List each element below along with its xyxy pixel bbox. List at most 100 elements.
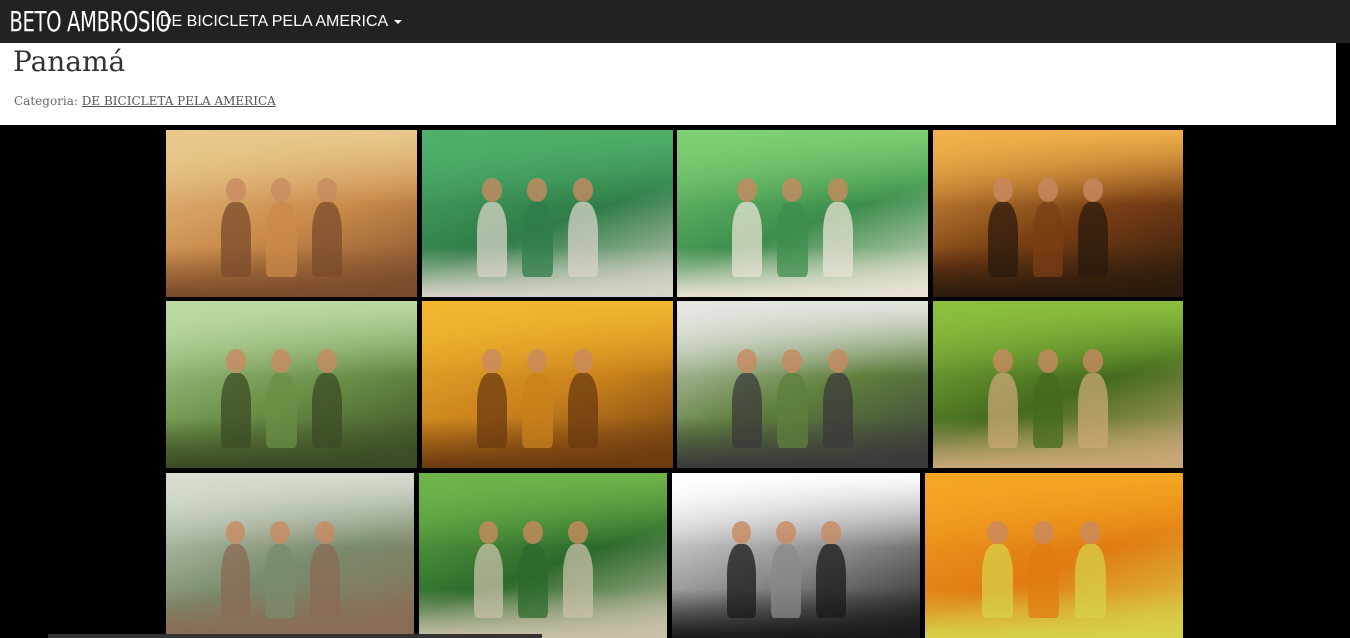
photo-background [422, 130, 673, 206]
photo-person-figure [477, 372, 508, 448]
photo-gallery [166, 130, 1183, 638]
photo-person-figure [477, 201, 508, 277]
photo-person-figure [518, 543, 548, 619]
photo-person-head [225, 520, 246, 544]
photo-person-figure [311, 372, 342, 448]
photo-person-head [986, 520, 1008, 544]
gallery-photo[interactable] [419, 473, 667, 638]
photo-person-figure [732, 201, 763, 277]
photo-person-head [993, 349, 1013, 373]
photo-person-head [1083, 349, 1103, 373]
photo-background [422, 301, 673, 377]
gallery-photo[interactable] [166, 301, 417, 468]
gallery-photo[interactable] [933, 130, 1183, 297]
photo-person-head [572, 178, 593, 202]
gallery-photo[interactable] [166, 130, 417, 297]
photo-background [166, 301, 417, 377]
photo-background [677, 301, 928, 377]
photo-person-head [993, 178, 1013, 202]
horizontal-scrollbar[interactable] [48, 634, 542, 638]
site-brand[interactable]: BETO AMBROSIO [0, 5, 171, 38]
photo-person-figure [309, 543, 340, 619]
photo-person-figure [473, 543, 504, 619]
category-menu-dropdown[interactable]: DE BICICLETA PELA AMERICA [160, 12, 403, 31]
photo-person-head [314, 520, 335, 544]
gallery-photo[interactable] [166, 473, 414, 638]
photo-person-figure [567, 201, 598, 277]
photo-person-head [316, 178, 337, 202]
photo-person-figure [1028, 543, 1060, 619]
photo-person-figure [1033, 201, 1063, 277]
caret-down-icon [394, 19, 403, 24]
photo-person-figure [1078, 372, 1108, 448]
photo-person-figure [1074, 543, 1106, 619]
photo-person-figure [988, 201, 1018, 277]
photo-person-head [776, 520, 796, 544]
photo-person-head [1083, 178, 1103, 202]
photo-person-figure [221, 201, 252, 277]
photo-person-head [316, 349, 337, 373]
photo-person-head [572, 349, 593, 373]
photo-person-head [1038, 349, 1058, 373]
photo-person-figure [522, 201, 553, 277]
gallery-photo[interactable] [677, 130, 928, 297]
gallery-photo[interactable] [677, 301, 928, 468]
photo-person-figure [726, 543, 757, 619]
gallery-photo[interactable] [422, 301, 673, 468]
photo-person-head [731, 520, 752, 544]
photo-person-figure [815, 543, 846, 619]
photo-person-head [482, 349, 503, 373]
gallery-photo[interactable] [422, 130, 673, 297]
photo-person-head [523, 520, 543, 544]
photo-person-figure [522, 372, 553, 448]
photo-person-head [226, 178, 247, 202]
photo-person-figure [266, 201, 297, 277]
top-navbar: BETO AMBROSIO DE BICICLETA PELA AMERICA [0, 0, 1350, 43]
photo-person-figure [1033, 372, 1063, 448]
photo-person-figure [221, 372, 252, 448]
photo-person-head [482, 178, 503, 202]
page-title: Panamá [13, 45, 126, 78]
photo-background [166, 473, 414, 548]
photo-person-figure [777, 201, 808, 277]
photo-person-head [820, 520, 841, 544]
photo-person-head [567, 520, 588, 544]
photo-person-figure [562, 543, 593, 619]
photo-person-head [1033, 520, 1054, 544]
gallery-photo[interactable] [672, 473, 920, 638]
scroll-edge [1336, 43, 1350, 638]
photo-person-figure [771, 543, 801, 619]
category-label: Categoria: [14, 94, 78, 108]
photo-person-figure [567, 372, 598, 448]
photo-background [933, 301, 1183, 377]
photo-person-head [737, 349, 758, 373]
photo-person-head [827, 349, 848, 373]
photo-background [925, 473, 1183, 548]
photo-person-figure [220, 543, 251, 619]
photo-person-head [226, 349, 247, 373]
photo-background [933, 130, 1183, 206]
photo-background [166, 130, 417, 206]
category-line: Categoria: DE BICICLETA PELA AMERICA [14, 94, 276, 108]
photo-person-figure [822, 372, 853, 448]
photo-person-figure [311, 201, 342, 277]
photo-person-head [1038, 178, 1058, 202]
category-menu-label: DE BICICLETA PELA AMERICA [160, 12, 389, 30]
photo-background [419, 473, 667, 548]
photo-person-figure [266, 372, 297, 448]
photo-background [672, 473, 920, 548]
photo-person-figure [265, 543, 295, 619]
page-header: Panamá Categoria: DE BICICLETA PELA AMER… [0, 43, 1350, 125]
photo-person-head [270, 520, 290, 544]
gallery-photo[interactable] [933, 301, 1183, 468]
photo-person-head [827, 178, 848, 202]
photo-person-figure [732, 372, 763, 448]
photo-person-figure [981, 543, 1013, 619]
photo-person-figure [822, 201, 853, 277]
photo-person-head [478, 520, 499, 544]
category-link[interactable]: DE BICICLETA PELA AMERICA [82, 94, 276, 108]
photo-background [677, 130, 928, 206]
photo-person-head [737, 178, 758, 202]
gallery-photo[interactable] [925, 473, 1183, 638]
photo-person-figure [988, 372, 1018, 448]
